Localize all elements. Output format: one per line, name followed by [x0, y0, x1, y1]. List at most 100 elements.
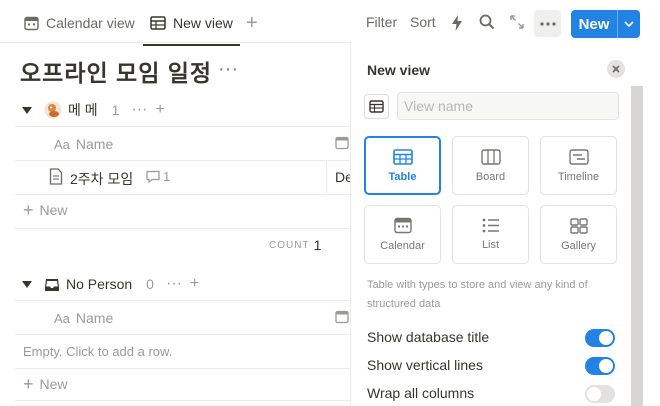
- active-tab-indicator: [143, 44, 240, 46]
- layout-label: Calendar: [380, 240, 425, 252]
- group-add-plus-icon[interactable]: +: [190, 275, 199, 293]
- group-more-icon[interactable]: ···: [166, 275, 182, 293]
- panel-title: New view: [367, 62, 431, 78]
- toggle-knob: [587, 387, 601, 401]
- lightning-icon[interactable]: [449, 14, 467, 32]
- layout-label: List: [481, 239, 500, 251]
- group-count: 0: [146, 276, 154, 292]
- group-header[interactable]: 메 메 1 ··· +: [22, 99, 165, 121]
- divider: [15, 228, 350, 229]
- column-label: Name: [75, 136, 114, 152]
- panel-scrollbar[interactable]: [631, 86, 643, 406]
- toggle-wrap-all-columns[interactable]: [585, 385, 615, 403]
- group-more-icon[interactable]: ···: [131, 101, 147, 119]
- more-options-button[interactable]: [534, 10, 561, 37]
- filter-button[interactable]: Filter: [366, 14, 397, 30]
- new-row-label: New: [39, 376, 68, 392]
- divider: [15, 368, 350, 369]
- layout-label: Board: [475, 170, 506, 183]
- title-more-icon[interactable]: ···: [218, 58, 238, 81]
- group-name: 메 메: [68, 102, 98, 118]
- layout-table-card[interactable]: Table: [364, 136, 441, 195]
- toolbar-divider: [0, 42, 350, 43]
- group-add-plus-icon[interactable]: +: [155, 101, 164, 119]
- option-wrap-all-columns: Wrap all columns: [367, 385, 475, 401]
- layout-gallery-card[interactable]: Gallery: [540, 205, 617, 264]
- date-column-icon[interactable]: [335, 310, 349, 324]
- timeline-icon: [568, 148, 589, 165]
- page-title[interactable]: 오프라인 모임 일정: [20, 54, 212, 88]
- inbox-icon: [44, 277, 60, 292]
- toggle-show-vertical-lines[interactable]: [585, 357, 615, 375]
- tab-label: New view: [173, 15, 233, 31]
- option-show-database-title: Show database title: [367, 329, 490, 345]
- layout-label: Table: [388, 170, 417, 183]
- gallery-icon: [569, 217, 588, 234]
- divider: [15, 194, 350, 195]
- plus-icon: +: [23, 374, 34, 394]
- group-header[interactable]: No Person 0 ··· +: [22, 273, 199, 295]
- new-button[interactable]: New: [571, 10, 640, 38]
- calc-label: COUNT: [269, 239, 310, 251]
- new-button-label: New: [578, 15, 610, 33]
- table-icon: [392, 148, 413, 165]
- tab-calendar-view[interactable]: Calendar view: [24, 0, 135, 46]
- toggle-show-database-title[interactable]: [585, 329, 615, 347]
- view-icon-picker[interactable]: [364, 94, 389, 119]
- group-name: No Person: [66, 276, 133, 292]
- empty-table-message[interactable]: Empty. Click to add a row.: [23, 344, 172, 359]
- tab-new-view[interactable]: New view: [150, 0, 233, 46]
- text-type-icon: Aa: [54, 310, 70, 326]
- layout-label: Gallery: [561, 239, 596, 252]
- layout-timeline-card[interactable]: Timeline: [540, 136, 617, 195]
- view-name-input[interactable]: [397, 92, 619, 120]
- expand-icon[interactable]: [509, 14, 527, 32]
- column-divider: [326, 160, 327, 194]
- column-header-name[interactable]: Aa Name: [54, 136, 113, 152]
- close-icon[interactable]: [607, 60, 625, 78]
- column-header-name[interactable]: Aa Name: [54, 310, 113, 326]
- search-icon[interactable]: [479, 14, 497, 32]
- plus-icon: +: [23, 200, 34, 220]
- new-row-button[interactable]: + New: [23, 200, 68, 220]
- view-tab-bar: Calendar view New view + Filter Sort New: [0, 0, 660, 48]
- new-row-label: New: [39, 202, 68, 218]
- list-icon: [482, 218, 500, 233]
- divider: [15, 160, 350, 161]
- table-icon: [150, 16, 166, 30]
- more-dots-icon: [539, 21, 556, 26]
- layout-label: Timeline: [557, 170, 600, 183]
- date-column-icon[interactable]: [335, 136, 349, 150]
- toggle-triangle-icon[interactable]: [22, 106, 32, 114]
- calc-value: 1: [313, 237, 322, 253]
- chevron-down-icon[interactable]: [618, 21, 640, 27]
- layout-calendar-card[interactable]: Calendar: [364, 205, 441, 264]
- text-type-icon: Aa: [54, 136, 70, 152]
- calendar-icon: [24, 16, 39, 31]
- toggle-knob: [599, 359, 613, 373]
- comment-count: 1: [163, 169, 171, 184]
- comment-icon: [146, 170, 160, 183]
- divider: [15, 300, 350, 301]
- layout-list-card[interactable]: List: [452, 205, 529, 264]
- layout-description: Table with types to store and view any k…: [367, 279, 588, 310]
- divider: [15, 400, 350, 401]
- sort-button[interactable]: Sort: [410, 14, 436, 30]
- toggle-triangle-icon[interactable]: [22, 280, 32, 288]
- option-show-vertical-lines: Show vertical lines: [367, 357, 483, 373]
- avatar: [44, 101, 62, 119]
- calculation-count[interactable]: COUNT 1: [269, 237, 321, 253]
- divider: [15, 334, 350, 335]
- table-icon: [369, 100, 384, 113]
- row-title[interactable]: 2주차 모임: [70, 169, 133, 189]
- new-row-button[interactable]: + New: [23, 374, 68, 394]
- group-count: 1: [111, 102, 120, 118]
- board-icon: [480, 148, 501, 165]
- calendar-icon: [393, 217, 412, 234]
- toggle-knob: [599, 331, 613, 345]
- page-icon: [49, 168, 63, 185]
- layout-board-card[interactable]: Board: [452, 136, 529, 195]
- tab-label: Calendar view: [46, 15, 135, 31]
- add-view-plus-icon[interactable]: +: [246, 13, 258, 33]
- divider: [15, 126, 350, 127]
